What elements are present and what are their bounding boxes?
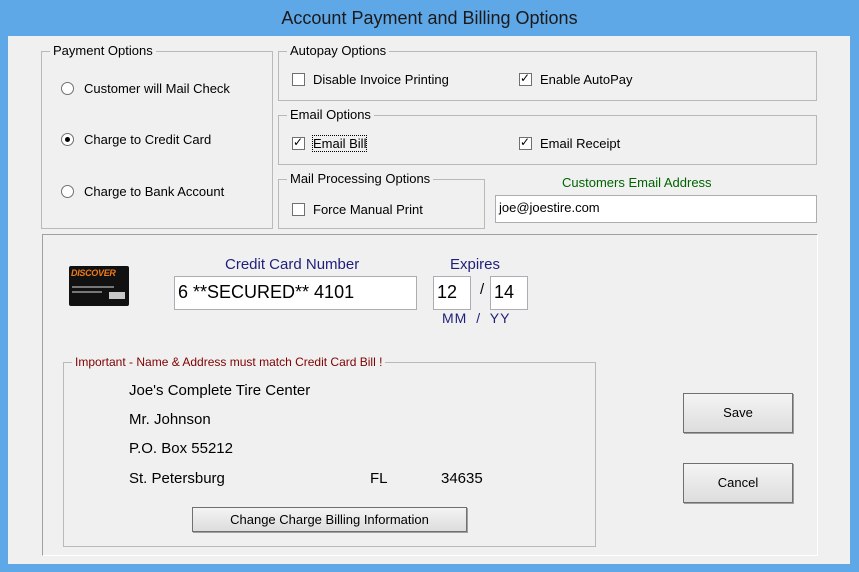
email-bill-box[interactable] bbox=[292, 135, 305, 150]
enable-autopay-label: Enable AutoPay bbox=[540, 72, 633, 87]
discover-card-icon: DISCOVER bbox=[69, 266, 129, 306]
force-manual-print-label: Force Manual Print bbox=[313, 202, 423, 217]
email-receipt-checkbox[interactable]: Email Receipt bbox=[519, 135, 621, 151]
window-title: Account Payment and Billing Options bbox=[0, 0, 859, 36]
billing-zip: 34635 bbox=[441, 470, 483, 487]
enable-autopay-box[interactable] bbox=[519, 71, 532, 86]
hint-mm: MM bbox=[442, 310, 468, 326]
email-bill-checkbox[interactable]: Email Bill bbox=[292, 135, 368, 152]
cancel-button[interactable]: Cancel bbox=[683, 463, 793, 503]
credit-card-number-label: Credit Card Number bbox=[225, 256, 360, 273]
dialog-body: Payment Options Customer will Mail Check… bbox=[8, 36, 850, 564]
billing-address-line: P.O. Box 55212 bbox=[129, 440, 233, 457]
expiry-format-hint: MM / YY bbox=[442, 310, 510, 326]
billing-contact: Mr. Johnson bbox=[129, 411, 211, 428]
billing-state: FL bbox=[370, 470, 388, 487]
radio-bank-account-label: Charge to Bank Account bbox=[84, 184, 225, 199]
radio-mail-check-circle[interactable] bbox=[61, 82, 74, 95]
billing-city: St. Petersburg bbox=[129, 470, 225, 487]
force-manual-print-checkbox[interactable]: Force Manual Print bbox=[292, 202, 423, 217]
save-button[interactable]: Save bbox=[683, 393, 793, 433]
customer-email-input[interactable]: joe@joestire.com bbox=[495, 195, 817, 223]
billing-address-group: Important - Name & Address must match Cr… bbox=[63, 354, 596, 547]
credit-card-panel: DISCOVER Credit Card Number 6 **SECURED*… bbox=[42, 234, 818, 556]
radio-mail-check-label: Customer will Mail Check bbox=[84, 81, 230, 96]
email-options-group: Email Options Email Bill Email Receipt bbox=[278, 107, 817, 165]
mail-processing-options-group: Mail Processing Options Force Manual Pri… bbox=[278, 171, 485, 229]
customer-email-label: Customers Email Address bbox=[562, 175, 712, 190]
disable-invoice-printing-checkbox[interactable]: Disable Invoice Printing bbox=[292, 72, 449, 87]
billing-company: Joe's Complete Tire Center bbox=[129, 382, 311, 399]
radio-bank-account[interactable]: Charge to Bank Account bbox=[61, 184, 224, 199]
credit-card-number-input[interactable]: 6 **SECURED** 4101 bbox=[174, 276, 417, 310]
email-options-title: Email Options bbox=[287, 107, 374, 123]
radio-credit-card[interactable]: Charge to Credit Card bbox=[61, 132, 211, 147]
exp-year-input[interactable]: 14 bbox=[490, 276, 528, 310]
billing-address-title: Important - Name & Address must match Cr… bbox=[72, 354, 386, 370]
radio-credit-card-circle[interactable] bbox=[61, 133, 74, 146]
radio-credit-card-label: Charge to Credit Card bbox=[84, 132, 212, 147]
exp-month-input[interactable]: 12 bbox=[433, 276, 471, 310]
email-bill-label: Email Bill bbox=[311, 135, 368, 152]
radio-mail-check[interactable]: Customer will Mail Check bbox=[61, 81, 230, 96]
enable-autopay-checkbox[interactable]: Enable AutoPay bbox=[519, 71, 633, 87]
expires-label: Expires bbox=[450, 256, 501, 273]
autopay-options-group: Autopay Options Disable Invoice Printing… bbox=[278, 43, 817, 101]
radio-bank-account-circle[interactable] bbox=[61, 185, 74, 198]
disable-invoice-printing-label: Disable Invoice Printing bbox=[313, 72, 449, 87]
hint-separator: / bbox=[476, 310, 482, 326]
autopay-options-title: Autopay Options bbox=[287, 43, 390, 59]
hint-yy: YY bbox=[489, 310, 511, 326]
payment-options-group: Payment Options Customer will Mail Check… bbox=[41, 43, 273, 229]
disable-invoice-printing-box[interactable] bbox=[292, 73, 305, 86]
email-receipt-label: Email Receipt bbox=[540, 136, 621, 151]
email-receipt-box[interactable] bbox=[519, 135, 532, 150]
discover-card-logo: DISCOVER bbox=[71, 268, 116, 278]
change-billing-info-button[interactable]: Change Charge Billing Information bbox=[192, 507, 467, 532]
payment-options-title: Payment Options bbox=[50, 43, 156, 59]
mail-processing-options-title: Mail Processing Options bbox=[287, 171, 434, 187]
force-manual-print-box[interactable] bbox=[292, 203, 305, 216]
exp-separator: / bbox=[480, 281, 485, 298]
